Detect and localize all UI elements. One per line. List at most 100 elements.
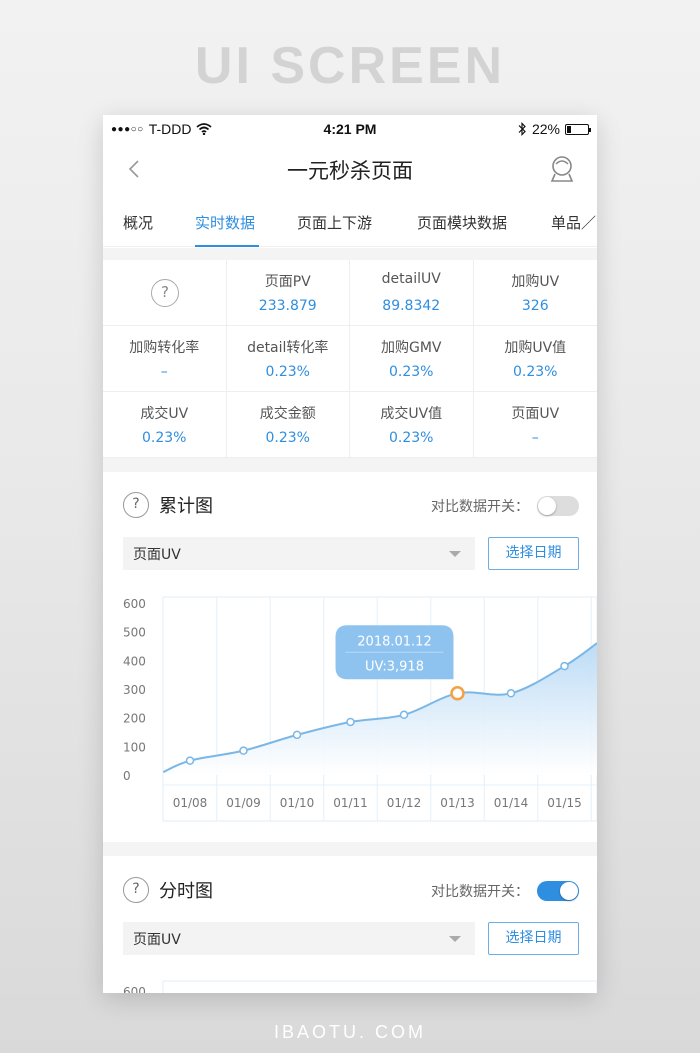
- data-point: [185, 756, 195, 765]
- metric-value: 0.23%: [265, 364, 310, 380]
- plot-frame: [162, 980, 597, 993]
- metric-label: 加购转化率: [129, 340, 200, 356]
- metric-label: 加购GMV: [380, 340, 442, 356]
- nav-bar: 一元秒杀页面: [103, 143, 597, 195]
- metric-deal-uv-value: 成交UV值 0.23%: [350, 392, 474, 458]
- tab-realtime-data[interactable]: 实时数据: [195, 212, 255, 233]
- metric-label: 加购UV值: [504, 340, 567, 356]
- compare-toggle[interactable]: [537, 881, 579, 901]
- data-point: [399, 710, 409, 720]
- tab-module-data[interactable]: 页面模块数据: [417, 212, 507, 233]
- metric-dropdown[interactable]: 页面UV: [123, 922, 475, 955]
- metric-value: 0.23%: [142, 430, 187, 446]
- compare-toggle-label: 对比数据开关：: [431, 884, 529, 900]
- metric-label: 加购UV: [511, 274, 560, 290]
- data-point: [346, 717, 355, 727]
- status-bar: ●●●○○ T-DDD 4:21 PM 22%: [103, 115, 597, 143]
- metric-value: 233.879: [258, 298, 317, 314]
- metric-page-pv: 页面PV 233.879: [226, 260, 350, 326]
- hourly-header: ? 分时图 对比数据开关：: [103, 872, 597, 912]
- page-title: 一元秒杀页面: [287, 159, 413, 183]
- metric-cart-uv: 加购UV 326: [473, 260, 597, 326]
- tab-page-flow[interactable]: 页面上下游: [297, 212, 372, 233]
- toggle-knob: [560, 882, 578, 900]
- select-date-button[interactable]: 选择日期: [488, 537, 579, 570]
- y-tick-label: 600: [123, 985, 146, 993]
- data-point: [239, 746, 248, 755]
- caret-down-icon: [449, 551, 461, 557]
- y-tick-label: 100: [123, 740, 146, 754]
- help-icon[interactable]: ?: [151, 279, 179, 307]
- metric-detail-uv: detailUV 89.8342: [350, 260, 474, 326]
- highlight-point: [450, 686, 465, 701]
- battery-percent: 22%: [531, 121, 560, 137]
- phone-screen: ●●●○○ T-DDD 4:21 PM 22% 一元秒杀页面 概况 实时数据 页…: [103, 115, 597, 993]
- metric-value: 0.23%: [265, 430, 310, 446]
- metric-cart-gmv: 加购GMV 0.23%: [350, 326, 474, 392]
- y-tick-label: 500: [123, 626, 146, 640]
- x-tick-label: 01/12: [387, 796, 422, 810]
- user-icon[interactable]: [549, 154, 575, 184]
- tab-bar: 概况 实时数据 页面上下游 页面模块数据 单品／: [103, 195, 597, 247]
- help-icon[interactable]: ?: [123, 877, 149, 903]
- battery-fill: [567, 125, 571, 133]
- x-tick-label: 01/15: [547, 796, 582, 810]
- metric-value: 0.23%: [513, 364, 558, 380]
- help-icon[interactable]: ?: [123, 492, 149, 518]
- x-tick-label: 01/11: [333, 796, 368, 810]
- metrics-grid: ? 页面PV 233.879 detailUV 89.8342 加购UV 326…: [103, 260, 597, 458]
- x-tick-label: 01/10: [280, 796, 315, 810]
- metric-label: 页面UV: [511, 406, 560, 422]
- tab-overview[interactable]: 概况: [123, 212, 153, 233]
- y-tick-label: 0: [123, 769, 131, 783]
- tooltip-date: 2018.01.12: [357, 634, 431, 649]
- cumulative-chart: 0 100 200 300 400 500 600 01/08 01/09 01/10 01/11 0…: [123, 596, 597, 822]
- section-divider: [103, 248, 597, 260]
- tooltip-value: UV:3,918: [365, 659, 424, 674]
- data-point: [506, 689, 516, 698]
- y-tick-label: 200: [123, 712, 146, 726]
- metric-detail-conversion: detail转化率 0.23%: [226, 326, 350, 392]
- metric-label: 页面PV: [264, 274, 311, 290]
- tab-single-item[interactable]: 单品／: [551, 212, 596, 233]
- y-tick-label: 600: [123, 597, 146, 611]
- footer-brand: IBAOTU. COM: [273, 1022, 426, 1042]
- metric-label: detailUV: [381, 271, 441, 287]
- y-tick-label: 300: [123, 683, 146, 697]
- y-tick-label: 400: [123, 654, 146, 668]
- hero-title: UI SCREEN: [194, 37, 506, 95]
- metric-deal-uv: 成交UV 0.23%: [103, 392, 227, 458]
- metric-cart-conversion: 加购转化率 –: [103, 326, 227, 392]
- metric-value: 326: [521, 298, 549, 314]
- section-title: 累计图: [159, 496, 213, 517]
- metric-value: 0.23%: [389, 364, 434, 380]
- active-tab-indicator: [195, 245, 259, 247]
- metric-deal-amount: 成交金额 0.23%: [226, 392, 350, 458]
- metric-value: 89.8342: [382, 298, 441, 314]
- section-title: 分时图: [159, 881, 213, 902]
- x-tick-label: 01/13: [440, 796, 475, 810]
- data-point: [560, 661, 569, 671]
- metric-page-uv: 页面UV –: [473, 392, 597, 458]
- metric-label: 成交金额: [259, 406, 316, 422]
- bluetooth-icon: [518, 122, 526, 136]
- data-point: [292, 730, 302, 740]
- toggle-knob: [538, 497, 556, 515]
- metric-label: 成交UV: [140, 406, 189, 422]
- section-divider: [103, 458, 597, 472]
- x-tick-label: 01/14: [494, 796, 529, 810]
- compare-toggle[interactable]: [537, 496, 579, 516]
- cumulative-header: ? 累计图 对比数据开关：: [103, 487, 597, 527]
- dropdown-value: 页面UV: [133, 547, 181, 563]
- section-divider: [103, 842, 597, 856]
- battery-icon: [565, 123, 591, 135]
- metric-dropdown[interactable]: 页面UV: [123, 537, 475, 570]
- x-tick-label: 01/08: [173, 796, 208, 810]
- metric-value: 0.23%: [389, 430, 434, 446]
- caret-down-icon: [449, 936, 461, 942]
- select-date-button[interactable]: 选择日期: [488, 922, 579, 955]
- x-tick-label: 01/09: [226, 796, 261, 810]
- metric-label: detail转化率: [247, 340, 329, 356]
- dropdown-value: 页面UV: [133, 932, 181, 948]
- metric-value: –: [160, 364, 168, 380]
